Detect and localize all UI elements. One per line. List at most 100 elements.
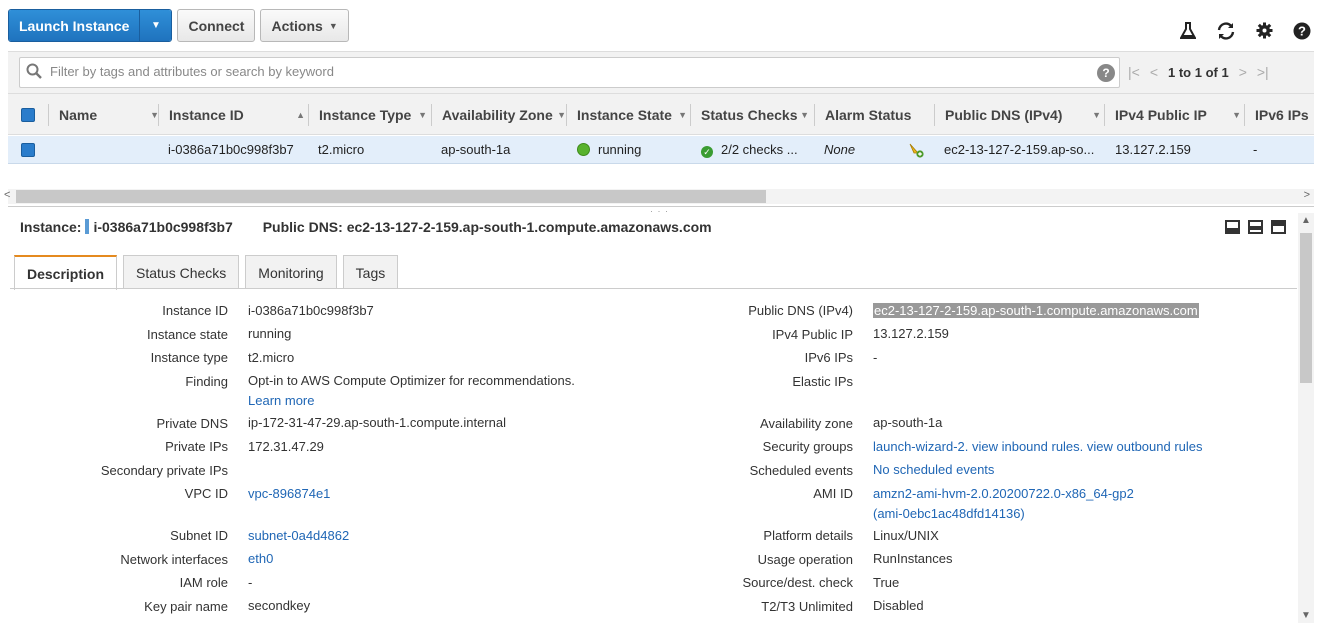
launch-instance-button[interactable]: Launch Instance <box>9 10 140 41</box>
vertical-scroll-thumb[interactable] <box>1300 233 1312 383</box>
ami-id-link[interactable]: amzn2-ami-hvm-2.0.20200722.0-x86_64-gp2 <box>873 486 1134 501</box>
layout-top-icon[interactable] <box>1271 220 1286 234</box>
network-interface-link[interactable]: eth0 <box>248 551 273 566</box>
column-instance-id[interactable]: Instance ID ▲ <box>169 94 305 136</box>
horizontal-scroll-thumb[interactable] <box>16 190 766 203</box>
cell-ipv4-public-ip: 13.127.2.159 <box>1115 142 1191 157</box>
detail-label: Key pair name <box>144 599 228 614</box>
vertical-scrollbar[interactable]: ▲ ▼ <box>1298 213 1314 623</box>
chevron-down-icon: ▼ <box>328 20 338 31</box>
detail-label: Platform details <box>763 528 853 543</box>
refresh-icon[interactable] <box>1216 22 1236 45</box>
detail-label: Instance state <box>147 327 228 342</box>
detail-label: Instance type <box>150 350 228 365</box>
tab-status-checks[interactable]: Status Checks <box>123 255 240 289</box>
detail-value: True <box>873 575 900 590</box>
cell-instance-state: running <box>577 136 641 164</box>
detail-label: IPv6 IPs <box>804 350 853 365</box>
cell-ipv6-ips: - <box>1253 142 1258 157</box>
security-groups-link[interactable]: launch-wizard-2. view inbound rules. vie… <box>873 439 1203 454</box>
cell-availability-zone: ap-south-1a <box>441 142 511 157</box>
detail-label: Subnet ID <box>170 528 228 543</box>
column-name[interactable]: Name ▼ <box>59 94 159 136</box>
launch-instance-group: Launch Instance ▼ <box>8 9 173 42</box>
search-help-icon[interactable]: ? <box>1097 64 1115 82</box>
column-instance-type[interactable]: Instance Type ▼ <box>319 94 427 136</box>
detail-label: Instance ID <box>162 303 228 318</box>
instance-label: Instance: <box>20 219 82 235</box>
detail-value: ec2-13-127-2-159.ap-south-1.compute.amaz… <box>873 303 1199 318</box>
layout-toggle <box>1225 220 1286 234</box>
cell-instance-id: i-0386a71b0c998f3b7 <box>168 142 294 157</box>
scroll-down-icon[interactable]: ▼ <box>1301 610 1311 621</box>
horizontal-scrollbar[interactable]: < > <box>4 189 1314 204</box>
caret-down-icon: ▼ <box>151 20 161 31</box>
detail-label: Security groups <box>762 439 853 454</box>
column-alarm-status[interactable]: Alarm Status <box>825 94 925 136</box>
tab-monitoring[interactable]: Monitoring <box>245 255 337 289</box>
resize-grip-icon[interactable]: · · · <box>650 206 669 216</box>
detail-value: 172.31.47.29 <box>248 439 324 454</box>
tab-description[interactable]: Description <box>14 255 118 290</box>
svg-text:?: ? <box>1298 24 1306 39</box>
actions-button[interactable]: Actions ▼ <box>260 9 349 42</box>
detail-label: Finding <box>185 374 228 389</box>
tab-tags[interactable]: Tags <box>342 255 399 289</box>
prev-page-icon[interactable]: < <box>1150 64 1158 80</box>
table-row[interactable]: i-0386a71b0c998f3b7 t2.micro ap-south-1a… <box>8 136 1314 164</box>
connect-button[interactable]: Connect <box>177 9 256 42</box>
next-page-icon[interactable]: > <box>1239 64 1247 80</box>
column-ipv4-public-ip[interactable]: IPv4 Public IP ▼ <box>1115 94 1241 136</box>
actions-label: Actions <box>271 17 323 34</box>
detail-label: IPv4 Public IP <box>772 327 853 342</box>
search-input[interactable] <box>48 63 1078 80</box>
top-icons: ? <box>1178 22 1312 45</box>
layout-split-icon[interactable] <box>1248 220 1263 234</box>
detail-value: - <box>248 575 253 590</box>
subnet-id-link[interactable]: subnet-0a4d4862 <box>248 528 349 543</box>
detail-tabs: Description Status Checks Monitoring Tag… <box>14 255 399 290</box>
create-alarm-icon[interactable] <box>908 142 924 158</box>
scheduled-events-link[interactable]: No scheduled events <box>873 462 994 477</box>
pagination: |< < 1 to 1 of 1 > >| <box>1128 64 1269 80</box>
learn-more-link[interactable]: Learn more <box>248 393 314 408</box>
column-public-dns[interactable]: Public DNS (IPv4) ▼ <box>945 94 1101 136</box>
detail-value: Disabled <box>873 598 924 613</box>
row-checkbox[interactable] <box>21 143 35 157</box>
check-icon: ✓ <box>701 146 713 158</box>
scroll-left-icon[interactable]: < <box>4 189 10 201</box>
scroll-up-icon[interactable]: ▲ <box>1301 215 1311 226</box>
flask-icon[interactable] <box>1178 22 1198 45</box>
instances-table: Name ▼ Instance ID ▲ Instance Type ▼ Availa… <box>8 93 1314 164</box>
public-dns-label: Public DNS: <box>262 219 343 235</box>
search-box: ? <box>19 57 1120 88</box>
detail-label: AMI ID <box>813 486 853 501</box>
last-page-icon[interactable]: >| <box>1257 64 1269 80</box>
layout-bottom-icon[interactable] <box>1225 220 1240 234</box>
filter-bar: ? |< < 1 to 1 of 1 > >| <box>8 51 1314 93</box>
vpc-id-link[interactable]: vpc-896874e1 <box>248 486 330 501</box>
detail-header: Instance: i-0386a71b0c998f3b7 Public DNS:… <box>20 219 712 235</box>
detail-label: IAM role <box>179 575 228 590</box>
gear-icon[interactable] <box>1254 22 1274 45</box>
table-header: Name ▼ Instance ID ▲ Instance Type ▼ Availa… <box>8 93 1314 135</box>
ami-id-link-2[interactable]: (ami-0ebc1ac48dfd14136) <box>873 506 1025 521</box>
detail-value: - <box>873 350 878 365</box>
detail-label: Network interfaces <box>120 552 228 567</box>
pagination-text: 1 to 1 of 1 <box>1168 64 1229 80</box>
column-ipv6-ips[interactable]: IPv6 IPs <box>1255 94 1314 136</box>
detail-label: Private DNS <box>156 416 228 431</box>
help-icon[interactable]: ? <box>1292 22 1312 45</box>
first-page-icon[interactable]: |< <box>1128 64 1140 80</box>
detail-value: running <box>248 326 292 341</box>
launch-instance-dropdown[interactable]: ▼ <box>139 10 172 41</box>
select-all-checkbox[interactable] <box>21 108 35 122</box>
toolbar: Launch Instance ▼ Connect Actions ▼ <box>8 9 349 42</box>
column-status-checks[interactable]: Status Checks ▼ <box>701 94 809 136</box>
scroll-right-icon[interactable]: > <box>1304 189 1310 201</box>
detail-label: Source/dest. check <box>742 575 853 590</box>
column-availability-zone[interactable]: Availability Zone ▼ <box>442 94 566 136</box>
column-instance-state[interactable]: Instance State ▼ <box>577 94 687 136</box>
detail-label: VPC ID <box>184 486 228 501</box>
detail-value: i-0386a71b0c998f3b7 <box>248 303 374 318</box>
